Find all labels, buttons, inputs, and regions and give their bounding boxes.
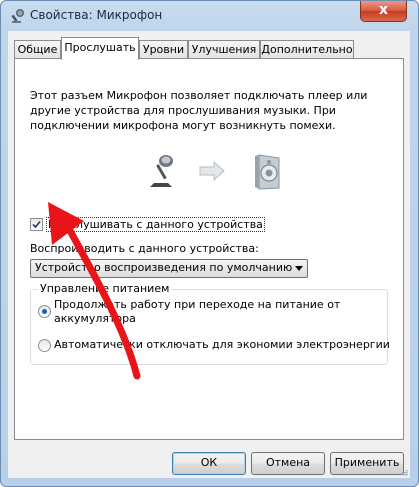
microphone-icon	[150, 155, 173, 187]
power-management-title: Управление питанием	[38, 282, 172, 295]
ok-button[interactable]: ОК	[172, 452, 246, 475]
listen-description: Этот разъем Микрофон позволяет подключат…	[30, 89, 368, 132]
close-button[interactable]: x	[360, 1, 407, 22]
speaker-icon	[255, 154, 280, 190]
radio-continue-on-battery[interactable]	[38, 305, 51, 318]
properties-window: Свойства: Микрофон x Общие Прослушать Ур…	[0, 0, 419, 487]
radio-selected-dot	[42, 309, 47, 314]
cancel-button[interactable]: Отмена	[251, 452, 325, 475]
dialog-client-area: Общие Прослушать Уровни Улучшения Дополн…	[8, 31, 410, 478]
tab-enhancements[interactable]: Улучшения	[188, 40, 260, 59]
listen-checkbox-label[interactable]: Прослушивать с данного устройства	[46, 217, 265, 232]
playback-device-select[interactable]: Устройство воспроизведения по умолчанию	[30, 259, 308, 278]
playback-device-label: Воспроизводить с данного устройства:	[30, 242, 259, 255]
tab-general[interactable]: Общие	[14, 40, 61, 59]
resize-grip-icon[interactable]	[400, 468, 408, 476]
power-management-group: Управление питанием Продолжать работу пр…	[30, 282, 390, 365]
playback-device-value: Устройство воспроизведения по умолчанию	[35, 261, 293, 274]
chevron-down-icon	[295, 266, 303, 271]
tab-advanced[interactable]: Дополнительно	[260, 40, 354, 59]
microphone-icon	[11, 9, 24, 23]
radio-auto-disable-label[interactable]: Автоматически отключать для экономии эле…	[54, 338, 390, 351]
apply-button[interactable]: Применить	[330, 452, 404, 475]
radio-continue-on-battery-label[interactable]: Продолжать работу при переходе на питани…	[54, 298, 344, 326]
listen-tab-panel: Этот разъем Микрофон позволяет подключат…	[14, 58, 404, 440]
checkmark-icon	[32, 220, 41, 229]
title-bar[interactable]: Свойства: Микрофон x	[1, 1, 418, 31]
tab-levels[interactable]: Уровни	[139, 40, 188, 59]
arrow-right-icon	[199, 160, 225, 182]
listen-checkbox[interactable]	[30, 218, 43, 231]
window-title: Свойства: Микрофон	[30, 8, 163, 22]
radio-auto-disable[interactable]	[38, 339, 51, 352]
tab-listen[interactable]: Прослушать	[61, 37, 139, 60]
